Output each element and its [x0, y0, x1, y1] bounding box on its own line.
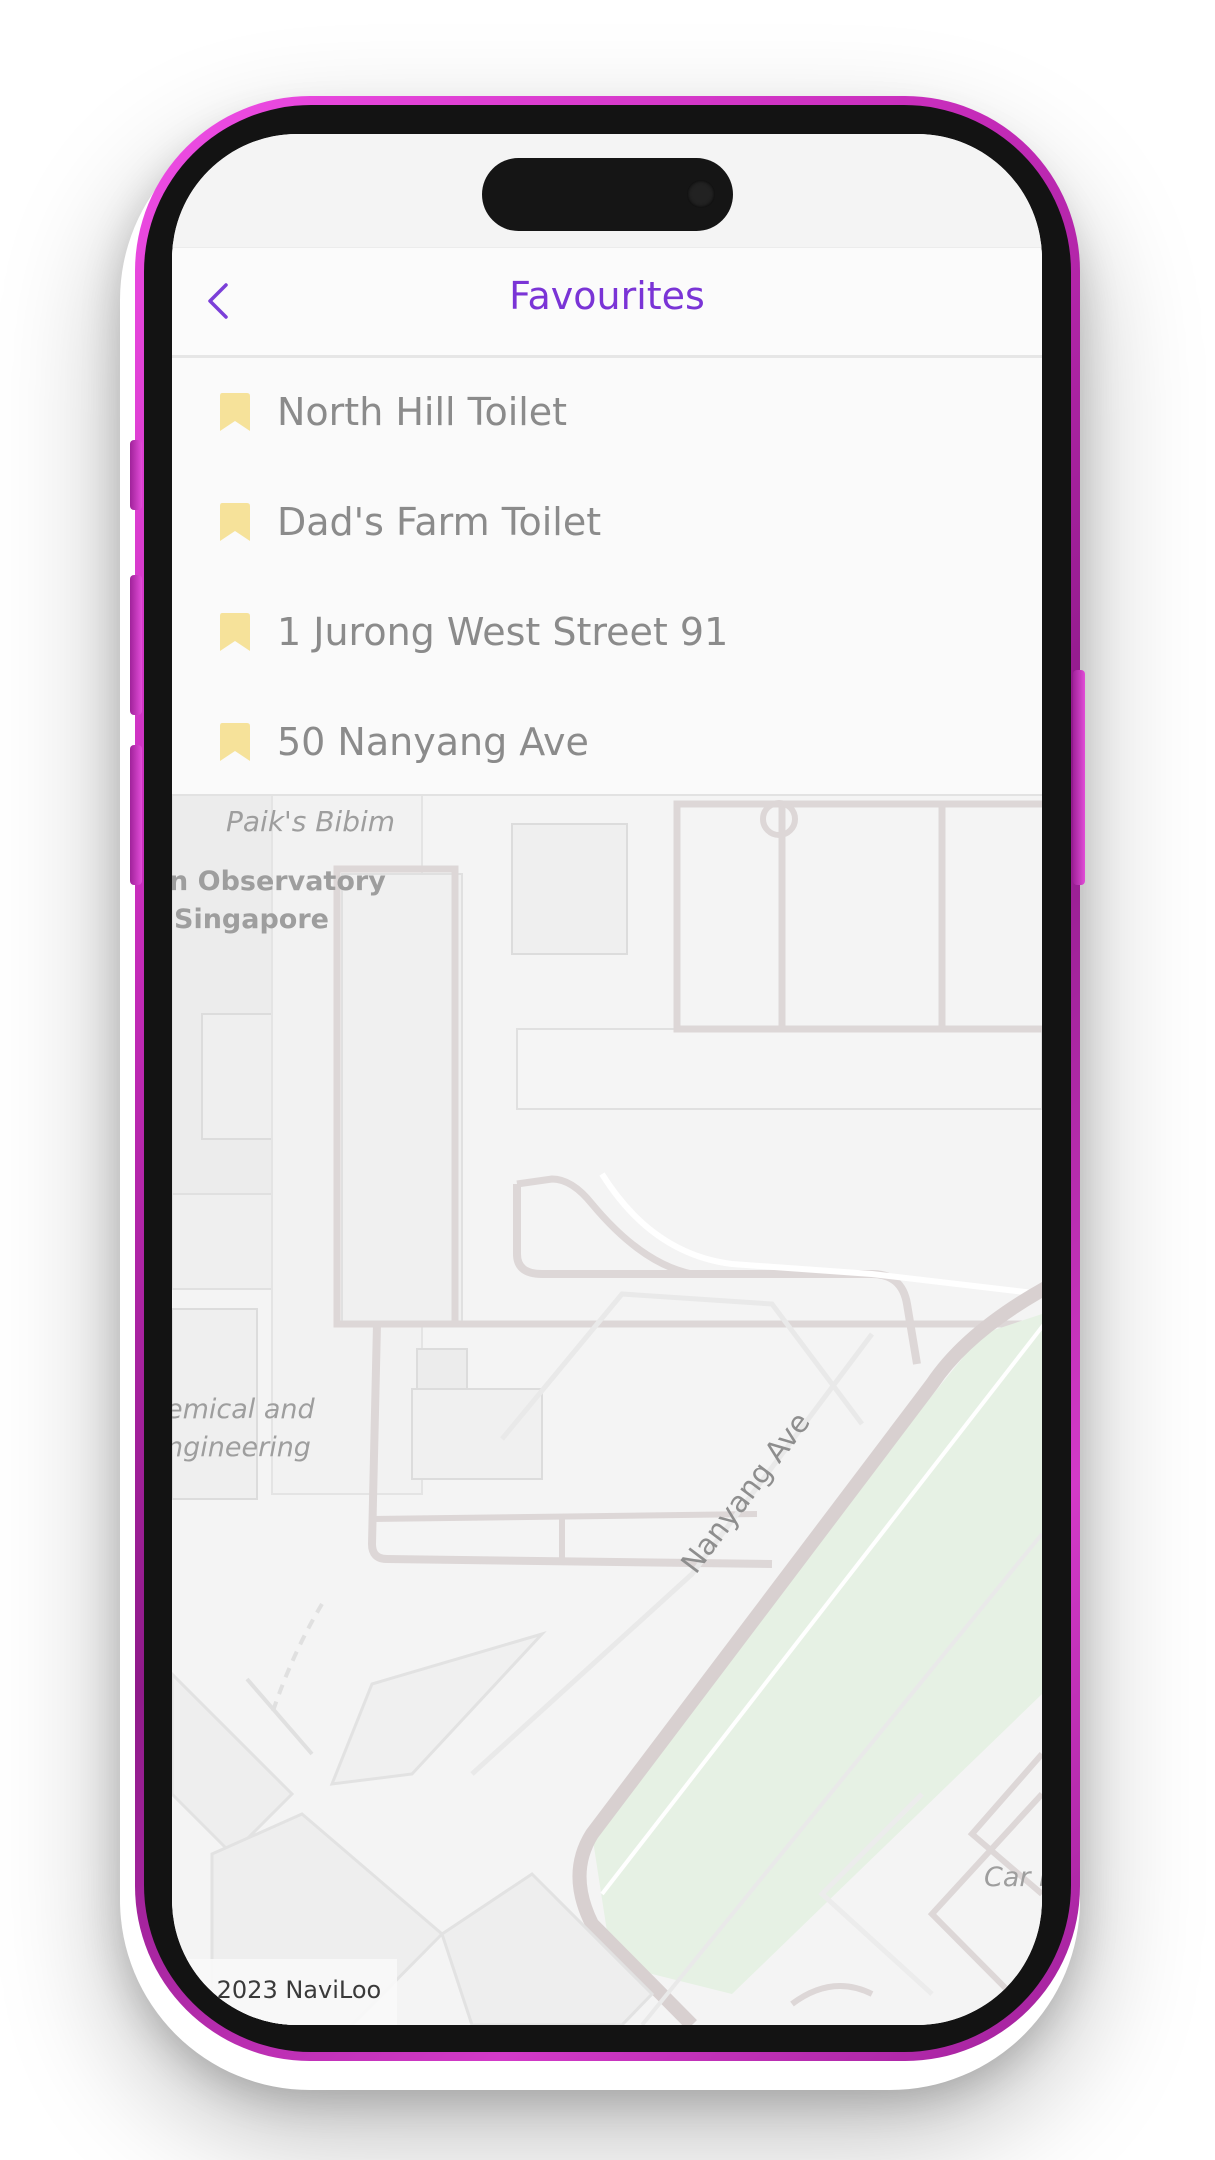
- page-title: Favourites: [509, 274, 705, 318]
- favourite-item[interactable]: Dad's Farm Toilet: [172, 467, 1042, 577]
- app-screen: Paik's Bibim n Observatory Singapore emi…: [172, 134, 1042, 2025]
- favourite-item[interactable]: 50 Nanyang Ave: [172, 687, 1042, 797]
- bookmark-icon: [220, 613, 250, 651]
- favourite-item[interactable]: North Hill Toilet: [172, 357, 1042, 467]
- action-button: [130, 440, 142, 510]
- volume-down-button: [130, 745, 142, 885]
- volume-up-button: [130, 575, 142, 715]
- favourite-label: North Hill Toilet: [277, 390, 568, 434]
- favourite-item[interactable]: 1 Jurong West Street 91: [172, 577, 1042, 687]
- power-button: [1073, 670, 1085, 885]
- dynamic-island: [482, 158, 733, 231]
- map-label-poi: Paik's Bibim: [226, 805, 396, 838]
- map-label-poi: Car P: [984, 1862, 1042, 1893]
- device-mockup: Paik's Bibim n Observatory Singapore emi…: [0, 0, 1215, 2160]
- favourites-list: North Hill Toilet Dad's Farm Toilet 1 Ju…: [172, 357, 1042, 796]
- map-label-building: emical and: [172, 1394, 315, 1425]
- map-label-building: n Observatory: [172, 866, 386, 897]
- favourite-label: 1 Jurong West Street 91: [277, 610, 729, 654]
- map-attribution: © 2023 NaviLoo: [172, 1959, 397, 2025]
- bookmark-icon: [220, 503, 250, 541]
- nav-header: Favourites: [172, 247, 1042, 358]
- bookmark-icon: [220, 393, 250, 431]
- favourite-label: Dad's Farm Toilet: [277, 500, 602, 544]
- map-label-building: Singapore: [174, 904, 329, 935]
- camera-icon: [687, 180, 715, 208]
- map-label-building: ngineering: [172, 1432, 311, 1463]
- bookmark-icon: [220, 723, 250, 761]
- favourite-label: 50 Nanyang Ave: [277, 720, 589, 764]
- attribution-text: © 2023 NaviLoo: [185, 1976, 382, 2004]
